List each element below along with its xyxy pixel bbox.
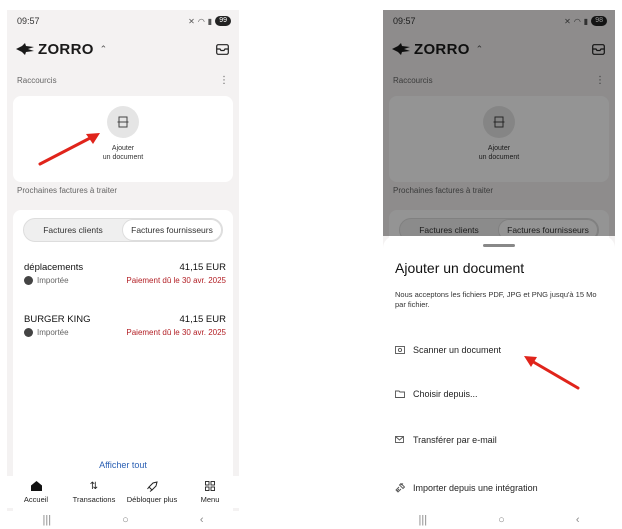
- option-label: Importer depuis une intégration: [413, 483, 538, 493]
- sheet-title: Ajouter un document: [395, 260, 525, 276]
- upcoming-invoices-label: Prochaines factures à traiter: [17, 186, 118, 195]
- system-navigation-bar: ||| ○ ‹: [383, 511, 615, 529]
- scan-icon: [395, 346, 405, 354]
- invoice-due-date: Paiement dû le 30 avr. 2025: [126, 328, 226, 337]
- status-icons: ✕ ◠ ▮ 99: [188, 16, 231, 26]
- shortcuts-label: Raccourcis: [17, 76, 57, 85]
- tab-supplier-invoices[interactable]: Factures fournisseurs: [122, 219, 222, 241]
- app-bar: ZORRO ⌃: [16, 38, 229, 60]
- inbox-icon[interactable]: [216, 43, 229, 55]
- wifi-icon: ◠: [197, 16, 205, 26]
- status-time: 09:57: [17, 16, 40, 26]
- recent-apps-icon[interactable]: |||: [43, 514, 52, 526]
- modal-backdrop[interactable]: [383, 10, 615, 236]
- nav-label: Menu: [200, 495, 220, 504]
- signal-icon: ▮: [207, 16, 213, 26]
- home-button-icon[interactable]: ○: [122, 514, 129, 526]
- bottom-navigation: Accueil ⇅ Transactions Débloquer plus Me…: [7, 476, 239, 508]
- fox-logo-icon: [16, 43, 34, 55]
- back-icon[interactable]: ‹: [576, 514, 580, 526]
- grid-icon: [205, 480, 215, 492]
- shortcut-label-line2: un document: [102, 154, 144, 161]
- phone-screen-home: 09:57 ✕ ◠ ▮ 99 ZORRO ⌃ Raccourcis ⋮ Ajou…: [7, 10, 239, 529]
- invoice-row[interactable]: BURGER KING 41,15 EUR Importée Paiement …: [24, 314, 226, 344]
- option-label: Transférer par e-mail: [413, 435, 497, 445]
- battery-level: 99: [215, 16, 231, 26]
- scan-document-icon: [117, 116, 129, 128]
- sheet-description: Nous acceptons les fichiers PDF, JPG et …: [395, 290, 597, 309]
- nav-menu[interactable]: Menu: [183, 480, 237, 504]
- nav-label: Accueil: [23, 495, 49, 504]
- invoice-status: Importée: [24, 328, 69, 337]
- more-options-icon[interactable]: ⋮: [219, 75, 229, 86]
- back-icon[interactable]: ‹: [200, 514, 204, 526]
- option-email-forward[interactable]: Transférer par e-mail: [395, 432, 605, 448]
- home-button-icon[interactable]: ○: [498, 514, 505, 526]
- invoice-amount: 41,15 EUR: [179, 262, 226, 273]
- sheet-drag-handle[interactable]: [483, 244, 515, 247]
- option-label: Choisir depuis...: [413, 389, 478, 399]
- email-forward-icon: [395, 436, 405, 444]
- nav-home[interactable]: Accueil: [9, 480, 63, 504]
- nav-unlock-more[interactable]: Débloquer plus: [125, 480, 179, 504]
- transfer-arrows-icon: ⇅: [89, 480, 99, 492]
- invoice-due-date: Paiement dû le 30 avr. 2025: [126, 276, 226, 285]
- mute-icon: ✕: [188, 16, 195, 26]
- invoice-type-tabs: Factures clients Factures fournisseurs: [23, 218, 223, 242]
- shortcut-icon-circle: [107, 106, 139, 138]
- option-import-integration[interactable]: Importer depuis une intégration: [395, 480, 605, 496]
- nav-transactions[interactable]: ⇅ Transactions: [67, 480, 121, 505]
- recent-apps-icon[interactable]: |||: [419, 514, 428, 526]
- invoice-status-text: Importée: [37, 328, 69, 337]
- home-icon: [30, 480, 42, 492]
- option-label: Scanner un document: [413, 345, 502, 355]
- invoice-status-text: Importée: [37, 276, 69, 285]
- system-navigation-bar: ||| ○ ‹: [7, 511, 239, 529]
- status-dot-icon: [24, 276, 33, 285]
- plugin-icon: [395, 483, 405, 493]
- invoice-row[interactable]: déplacements 41,15 EUR Importée Paiement…: [24, 262, 226, 292]
- invoice-name: déplacements: [24, 262, 84, 273]
- company-switcher[interactable]: ZORRO ⌃: [16, 41, 108, 58]
- invoice-amount: 41,15 EUR: [179, 314, 226, 325]
- show-all-link[interactable]: Afficher tout: [7, 460, 239, 470]
- annotation-arrow-right: [524, 356, 580, 390]
- phone-screen-add-document-sheet: 09:57 ✕ ◠ ▮ 98 ZORRO ⌃ Raccourcis ⋮ Ajou…: [383, 10, 615, 529]
- company-name: ZORRO: [38, 40, 94, 58]
- status-bar: 09:57 ✕ ◠ ▮ 99: [7, 10, 239, 32]
- shortcut-label-line1: Ajouter: [111, 145, 135, 152]
- nav-label: Débloquer plus: [126, 495, 178, 504]
- rocket-icon: [146, 480, 158, 492]
- chevron-updown-icon: ⌃: [99, 43, 108, 54]
- status-dot-icon: [24, 328, 33, 337]
- invoice-status: Importée: [24, 276, 69, 285]
- folder-icon: [395, 390, 405, 398]
- nav-label: Transactions: [72, 495, 116, 504]
- tab-client-invoices[interactable]: Factures clients: [24, 219, 122, 241]
- annotation-arrow-left: [38, 133, 100, 166]
- invoice-name: BURGER KING: [24, 314, 91, 325]
